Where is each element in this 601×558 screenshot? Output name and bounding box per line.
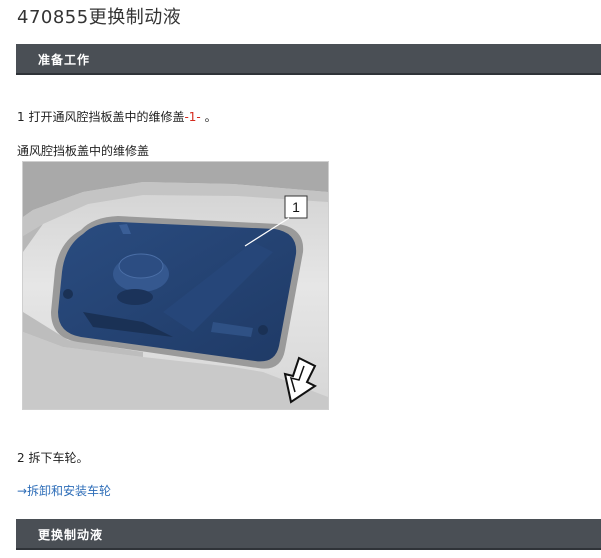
component-reference: -1-: [184, 110, 201, 124]
callout-label: 1: [292, 199, 300, 215]
section-header-label: 准备工作: [38, 53, 91, 67]
step-1: 1 打开通风腔挡板盖中的维修盖-1- 。: [17, 108, 217, 125]
section-header-replace: 更换制动液: [16, 519, 601, 550]
remove-install-wheel-link[interactable]: →拆卸和安装车轮: [17, 482, 111, 499]
service-cover-illustration: 1: [23, 162, 328, 409]
figure-caption: 通风腔挡板盖中的维修盖: [17, 144, 150, 158]
page-title: 470855更换制动液: [17, 7, 182, 28]
step-2: 2 拆下车轮。: [17, 451, 89, 465]
service-cover-figure: 1: [22, 161, 329, 410]
section-header-prep: 准备工作: [16, 44, 601, 75]
step-1-text: 1 打开通风腔挡板盖中的维修盖: [17, 110, 185, 124]
step-1-suffix: 。: [200, 110, 217, 124]
section-header-label: 更换制动液: [38, 528, 104, 542]
